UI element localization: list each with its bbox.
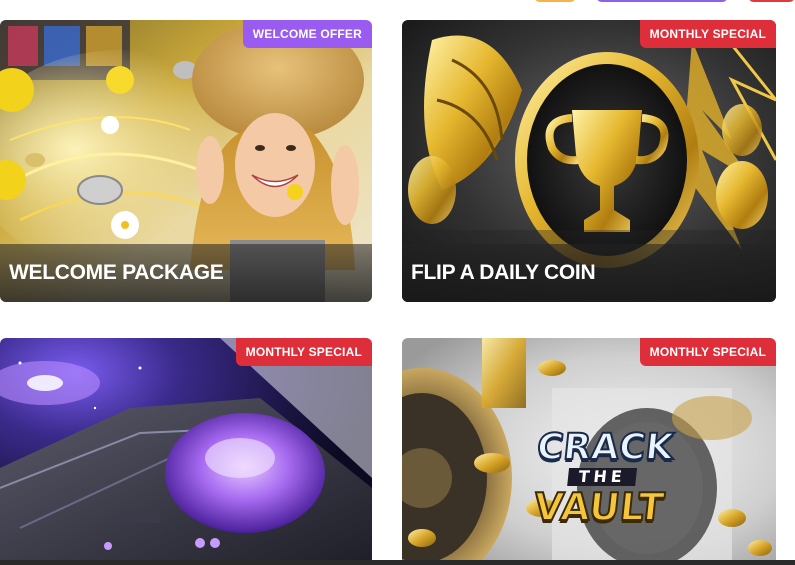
welcome-offer-badge: WELCOME OFFER	[242, 20, 372, 48]
promo-card-crack-the-vault[interactable]: CRACK THE VAULT MONTHLY SPECIAL	[402, 338, 776, 565]
promo-title-bar: WELCOME PACKAGE	[0, 244, 372, 302]
top-nav-button[interactable]	[748, 0, 795, 2]
monthly-special-badge: MONTHLY SPECIAL	[639, 20, 776, 48]
top-nav-button[interactable]	[534, 0, 576, 2]
promo-title: FLIP A DAILY COIN	[411, 261, 596, 284]
purple-spaceship-galaxy-illustration	[0, 338, 372, 565]
top-nav-button[interactable]	[596, 0, 728, 2]
promo-card-spaceship[interactable]: MONTHLY SPECIAL	[0, 338, 372, 565]
logo-line-the: THE	[567, 467, 637, 486]
monthly-special-badge: MONTHLY SPECIAL	[235, 338, 372, 366]
logo-line-vault: VAULT	[531, 484, 667, 530]
crack-the-vault-logo: CRACK THE VAULT	[527, 426, 677, 530]
logo-line-crack: CRACK	[534, 426, 677, 469]
promo-card-flip-a-daily-coin[interactable]: MONTHLY SPECIAL FLIP A DAILY COIN	[402, 20, 776, 302]
promo-title-bar: FLIP A DAILY COIN	[402, 244, 776, 302]
bottom-scroll-edge	[0, 560, 795, 565]
promotions-page: WELCOME OFFER WELCOME PACKAGE MONTHLY SP…	[0, 0, 795, 565]
promo-card-welcome-package[interactable]: WELCOME OFFER WELCOME PACKAGE	[0, 20, 372, 302]
promo-title: WELCOME PACKAGE	[9, 261, 224, 284]
monthly-special-badge: MONTHLY SPECIAL	[639, 338, 776, 366]
